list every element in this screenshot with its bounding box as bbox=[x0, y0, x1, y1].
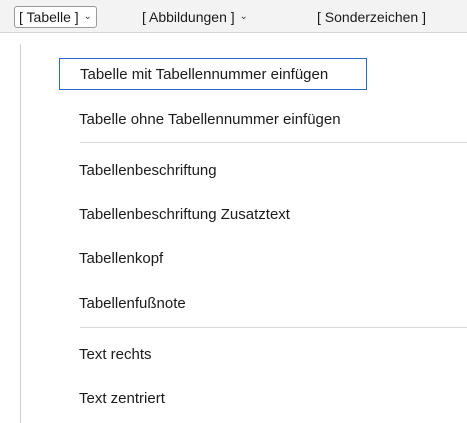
menu-item-tabellenkopf[interactable]: Tabellenkopf bbox=[59, 242, 163, 274]
menu-item-text-zentriert[interactable]: Text zentriert bbox=[59, 382, 165, 414]
menu-item-text-rechts[interactable]: Text rechts bbox=[59, 338, 152, 370]
tabelle-dropdown-button[interactable]: [ Tabelle ] ⌄ bbox=[14, 6, 97, 28]
sonderzeichen-label: [ Sonderzeichen ] bbox=[317, 9, 426, 25]
menu-item-tabellenfussnote[interactable]: Tabellenfußnote bbox=[59, 287, 186, 319]
chevron-down-icon: ⌄ bbox=[239, 11, 248, 22]
menu-item-tabelle-mit-tabellennummer[interactable]: Tabelle mit Tabellennummer einfügen bbox=[59, 58, 367, 90]
chevron-down-icon: ⌄ bbox=[83, 11, 92, 22]
menu-item-tabelle-ohne-tabellennummer[interactable]: Tabelle ohne Tabellennummer einfügen bbox=[59, 103, 341, 135]
tabelle-dropdown-menu: Tabelle mit Tabellennummer einfügen Tabe… bbox=[20, 44, 467, 423]
menu-separator bbox=[80, 327, 467, 328]
abbildungen-label: [ Abbildungen ] bbox=[142, 9, 235, 25]
menu-separator bbox=[80, 142, 467, 143]
toolbar: [ Tabelle ] ⌄ [ Abbildungen ] ⌄ [ Sonder… bbox=[0, 0, 467, 33]
menu-item-tabellenbeschriftung[interactable]: Tabellenbeschriftung bbox=[59, 154, 217, 186]
menu-item-tabellenbeschriftung-zusatztext[interactable]: Tabellenbeschriftung Zusatztext bbox=[59, 198, 290, 230]
sonderzeichen-dropdown-button[interactable]: [ Sonderzeichen ] bbox=[317, 6, 426, 28]
tabelle-label: [ Tabelle ] bbox=[19, 9, 79, 25]
abbildungen-dropdown-button[interactable]: [ Abbildungen ] ⌄ bbox=[142, 6, 249, 28]
